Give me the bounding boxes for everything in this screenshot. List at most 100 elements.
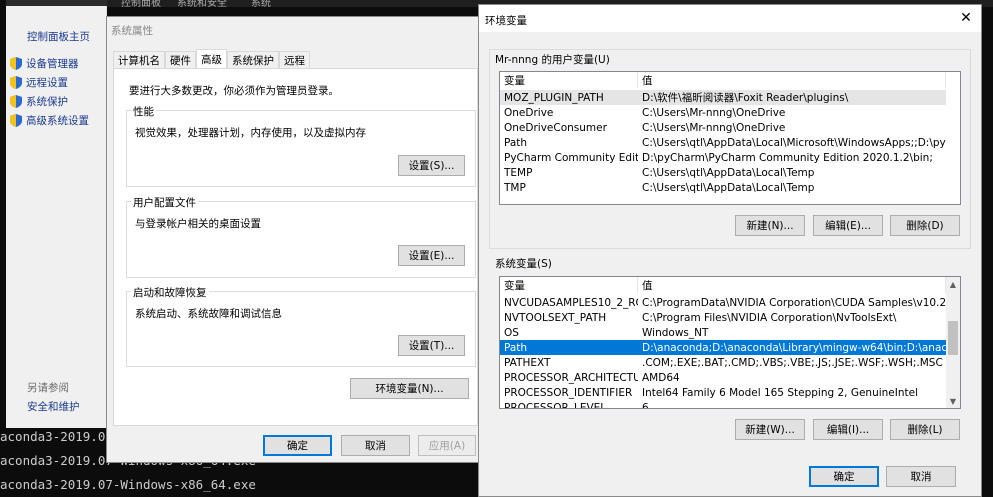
variable-value: .COM;.EXE;.BAT;.CMD;.VBS;.VBE;.JS;.JSE;.…: [642, 356, 943, 369]
system-new-button[interactable]: 新建(W)...: [735, 419, 805, 440]
group-title: 启动和故障恢复: [131, 285, 209, 300]
column-header-value[interactable]: 值: [638, 277, 946, 293]
variable-value: D:\pyCharm\PyCharm Community Edition 202…: [642, 151, 933, 164]
system-edit-button[interactable]: 编辑(I)...: [813, 419, 883, 440]
column-header-value[interactable]: 值: [638, 72, 946, 88]
variable-name: PROCESSOR_LEVEL: [504, 401, 607, 409]
link-label: 高级系统设置: [26, 114, 89, 127]
advanced-system-settings-link[interactable]: 高级系统设置: [10, 112, 89, 128]
variable-name: NVCUDASAMPLES10_2_RO...: [504, 296, 638, 309]
close-icon[interactable]: ✕: [959, 10, 973, 26]
scroll-up-icon[interactable]: ▲: [946, 277, 960, 291]
variable-value: D:\软件\福昕阅读器\Foxit Reader\plugins\: [642, 92, 849, 104]
column-header-variable[interactable]: 变量: [500, 72, 638, 88]
link-label: 远程设置: [26, 76, 68, 89]
cancel-button[interactable]: 取消: [886, 466, 956, 487]
variable-value: C:\Users\qtl\AppData\Local\Temp: [642, 181, 815, 194]
system-protection-link[interactable]: 系统保护: [10, 93, 68, 109]
variable-name: MOZ_PLUGIN_PATH: [504, 91, 604, 104]
variable-name: Path: [504, 341, 528, 354]
list-item[interactable]: TMP C:\Users\qtl\AppData\Local\Temp: [500, 180, 946, 195]
user-delete-button[interactable]: 删除(D): [890, 215, 960, 236]
system-properties-dialog: 系统属性 计算机名 硬件 高级 系统保护 远程 要进行大多数更改，你必须作为管理…: [106, 16, 479, 463]
user-new-button[interactable]: 新建(N)...: [735, 215, 805, 236]
list-item[interactable]: OS Windows_NT: [500, 325, 946, 340]
tab-remote[interactable]: 远程: [279, 51, 310, 69]
apply-button[interactable]: 应用(A): [418, 435, 476, 456]
variable-value: C:\Program Files\NVIDIA Corporation\NvTo…: [642, 311, 897, 324]
column-header-variable[interactable]: 变量: [500, 277, 638, 293]
control-panel-sidebar: 控制面板主页 设备管理器 远程设置 系统保护 高级系统设置 另请参阅 安全和维护: [6, 0, 107, 428]
ok-button[interactable]: 确定: [263, 435, 332, 456]
dialog-title: 系统属性: [111, 25, 153, 37]
group-description: 视觉效果，处理器计划，内存使用，以及虚拟内存: [135, 127, 366, 139]
shield-icon: [10, 75, 22, 89]
shield-icon: [10, 56, 22, 70]
terminal-line: aconda3-2019.07-Windows-x86_64.exe: [0, 477, 256, 492]
variable-value: Intel64 Family 6 Model 165 Stepping 2, G…: [642, 386, 919, 399]
variable-name: OneDriveConsumer: [504, 121, 607, 134]
tab-hardware[interactable]: 硬件: [165, 51, 196, 69]
dialog-title: 环境变量: [485, 15, 527, 27]
list-item-selected[interactable]: Path D:\anaconda;D:\anaconda\Library\min…: [500, 340, 946, 355]
tab-computer-name[interactable]: 计算机名: [113, 51, 165, 69]
variable-value: D:\anaconda;D:\anaconda\Library\mingw-w6…: [642, 341, 946, 354]
variable-name: OS: [504, 326, 519, 339]
window-topbar: [6, 0, 107, 6]
group-title: 用户配置文件: [131, 195, 198, 210]
variable-value: C:\Users\Mr-nnng\OneDrive: [642, 106, 786, 119]
variable-name: TMP: [504, 181, 526, 194]
variable-name: TEMP: [504, 166, 533, 179]
list-item[interactable]: PyCharm Community Edition D:\pyCharm\PyC…: [500, 150, 946, 165]
user-profiles-settings-button[interactable]: 设置(E)...: [398, 245, 465, 266]
list-item[interactable]: OneDrive C:\Users\Mr-nnng\OneDrive: [500, 105, 946, 120]
breadcrumb-item[interactable]: 系统和安全: [177, 0, 227, 9]
scrollbar-thumb[interactable]: [948, 321, 958, 355]
device-manager-link[interactable]: 设备管理器: [10, 55, 79, 71]
performance-settings-button[interactable]: 设置(S)...: [398, 155, 465, 176]
variable-value: C:\Users\qtl\AppData\Local\Microsoft\Win…: [642, 136, 946, 149]
environment-variables-button[interactable]: 环境变量(N)...: [350, 378, 469, 399]
group-title: 性能: [131, 104, 156, 119]
tab-advanced[interactable]: 高级: [196, 49, 227, 69]
advanced-tab-panel: 要进行大多数更改，你必须作为管理员登录。 性能 视觉效果，处理器计划，内存使用，…: [113, 68, 478, 426]
variable-value: C:\Users\qtl\AppData\Local\Temp: [642, 166, 815, 179]
system-delete-button[interactable]: 删除(L): [890, 419, 960, 440]
breadcrumb-item[interactable]: 系统: [251, 0, 271, 9]
variable-name: PROCESSOR_IDENTIFIER: [504, 386, 633, 399]
startup-recovery-settings-button[interactable]: 设置(T)...: [398, 335, 465, 356]
shield-icon: [10, 94, 22, 108]
tab-system-protection[interactable]: 系统保护: [227, 51, 279, 69]
list-item[interactable]: PROCESSOR_IDENTIFIER Intel64 Family 6 Mo…: [500, 385, 946, 400]
link-label: 系统保护: [26, 95, 68, 108]
cancel-button[interactable]: 取消: [341, 435, 410, 456]
user-profiles-group: 用户配置文件 与登录帐户相关的桌面设置 设置(E)...: [126, 195, 476, 278]
link-label: 设备管理器: [26, 57, 79, 70]
list-item[interactable]: PROCESSOR_LEVEL 6: [500, 400, 946, 409]
variable-name: NVTOOLSEXT_PATH: [504, 311, 607, 324]
breadcrumb-item[interactable]: 控制面板: [121, 0, 161, 9]
explorer-address-strip: 控制面板 系统和安全 系统: [85, 0, 480, 9]
list-item[interactable]: MOZ_PLUGIN_PATH D:\软件\福昕阅读器\Foxit Reader…: [500, 90, 946, 105]
list-item[interactable]: NVTOOLSEXT_PATH C:\Program Files\NVIDIA …: [500, 310, 946, 325]
system-variables-list[interactable]: 变量 值 NVCUDASAMPLES10_2_RO... C:\ProgramD…: [499, 276, 961, 409]
see-also-heading: 另请参阅: [27, 382, 69, 394]
user-variables-label: Mr-nnng 的用户变量(U): [495, 54, 610, 66]
list-item[interactable]: PROCESSOR_ARCHITECTURE AMD64: [500, 370, 946, 385]
user-variables-list[interactable]: 变量 值 MOZ_PLUGIN_PATH D:\软件\福昕阅读器\Foxit R…: [499, 71, 961, 205]
ok-button[interactable]: 确定: [809, 466, 879, 487]
scroll-down-icon[interactable]: ▼: [946, 394, 960, 408]
list-item[interactable]: PATHEXT .COM;.EXE;.BAT;.CMD;.VBS;.VBE;.J…: [500, 355, 946, 370]
environment-variables-dialog: 环境变量 ✕ Mr-nnng 的用户变量(U) 变量 值 MOZ_PLUGIN_…: [478, 4, 982, 497]
group-description: 与登录帐户相关的桌面设置: [135, 218, 261, 230]
user-edit-button[interactable]: 编辑(E)...: [813, 215, 883, 236]
control-panel-home-link[interactable]: 控制面板主页: [27, 29, 90, 44]
vertical-scrollbar[interactable]: ▲ ▼: [946, 277, 960, 408]
list-item[interactable]: NVCUDASAMPLES10_2_RO... C:\ProgramData\N…: [500, 295, 946, 310]
list-item[interactable]: TEMP C:\Users\qtl\AppData\Local\Temp: [500, 165, 946, 180]
list-item[interactable]: Path C:\Users\qtl\AppData\Local\Microsof…: [500, 135, 946, 150]
list-item[interactable]: OneDriveConsumer C:\Users\Mr-nnng\OneDri…: [500, 120, 946, 135]
remote-settings-link[interactable]: 远程设置: [10, 74, 68, 90]
startup-recovery-group: 启动和故障恢复 系统启动、系统故障和调试信息 设置(T)...: [126, 285, 476, 367]
security-maintenance-link[interactable]: 安全和维护: [27, 399, 80, 414]
